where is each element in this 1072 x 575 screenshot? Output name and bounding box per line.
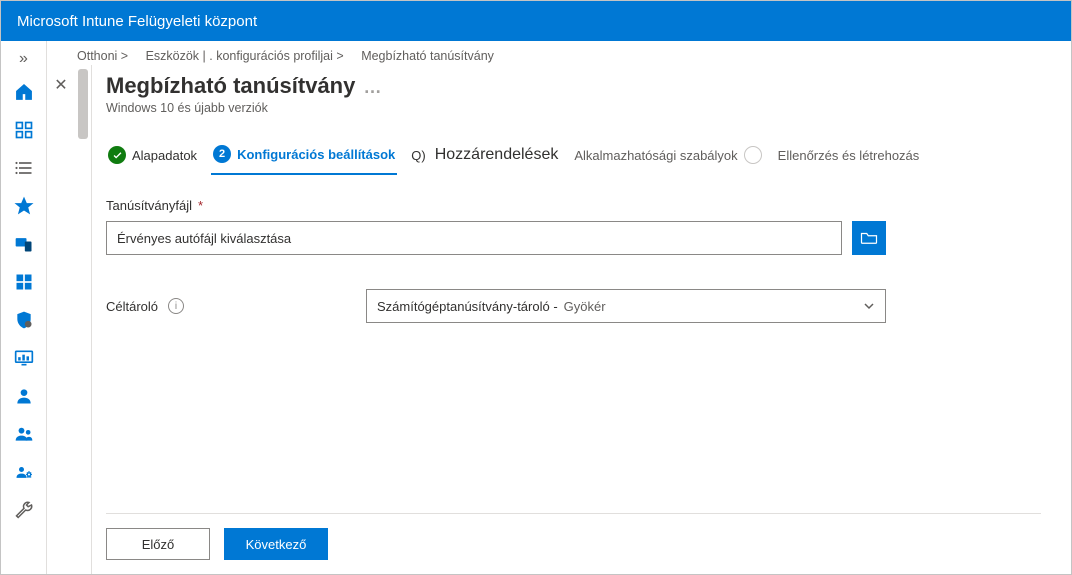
sidebar-collapse-toggle[interactable]: » xyxy=(1,45,47,73)
wizard-step-prefix: Q) xyxy=(411,148,425,163)
step-number-badge: 2 xyxy=(213,145,231,163)
wizard-step-applicability[interactable]: Alkalmazhatósági szabályok xyxy=(572,140,763,174)
browse-file-button[interactable] xyxy=(852,221,886,255)
wizard-step-review[interactable]: Ellenőrzés és létrehozás xyxy=(776,142,922,173)
sidebar-home[interactable] xyxy=(1,73,47,111)
dashboard-icon xyxy=(14,120,34,140)
breadcrumb-current: Megbízható tanúsítvány xyxy=(361,49,494,63)
wizard-step-label: Hozzárendelések xyxy=(435,146,559,164)
sidebar-devices[interactable] xyxy=(1,225,47,263)
info-icon[interactable]: i xyxy=(168,298,184,314)
wrench-icon xyxy=(14,500,34,520)
shield-icon xyxy=(14,310,34,330)
sidebar-favorites[interactable] xyxy=(1,187,47,225)
home-icon xyxy=(14,82,34,102)
check-icon xyxy=(108,146,126,164)
sidebar-all-services[interactable] xyxy=(1,149,47,187)
certificate-file-input[interactable]: Érvényes autófájl kiválasztása xyxy=(106,221,842,255)
sidebar-tenant-admin[interactable] xyxy=(1,453,47,491)
people-icon xyxy=(14,424,34,444)
sidebar-groups[interactable] xyxy=(1,415,47,453)
sidebar-apps[interactable] xyxy=(1,263,47,301)
gear-people-icon xyxy=(14,462,34,482)
page-subtitle: Windows 10 és újabb verziók xyxy=(106,101,1041,115)
certificate-file-value: Érvényes autófájl kiválasztása xyxy=(117,231,291,246)
destination-store-label: Céltároló xyxy=(106,299,158,314)
select-value-main: Számítógéptanúsítvány-tároló - xyxy=(377,299,558,314)
wizard-steps: Alapadatok 2 Konfigurációs beállítások Q… xyxy=(106,139,1041,176)
chevron-down-icon xyxy=(863,300,875,312)
wizard-step-basics[interactable]: Alapadatok xyxy=(106,140,199,174)
wizard-step-label: Alkalmazhatósági szabályok xyxy=(574,148,737,163)
app-frame: Microsoft Intune Felügyeleti központ » xyxy=(0,0,1072,575)
top-bar: Microsoft Intune Felügyeleti központ xyxy=(1,1,1071,41)
step-ring-icon xyxy=(744,146,762,164)
sidebar-dashboard[interactable] xyxy=(1,111,47,149)
wizard-step-config[interactable]: 2 Konfigurációs beállítások xyxy=(211,139,397,175)
wizard-step-assignments[interactable]: Q) Hozzárendelések xyxy=(409,140,560,174)
monitor-chart-icon xyxy=(14,348,34,368)
select-value-sub: Gyökér xyxy=(564,299,606,314)
page-title-text: Megbízható tanúsítvány xyxy=(106,73,355,98)
breadcrumb-home[interactable]: Otthoni > xyxy=(77,49,128,63)
required-asterisk-icon: * xyxy=(198,198,203,213)
wizard-step-label: Ellenőrzés és létrehozás xyxy=(778,148,920,163)
double-chevron-icon: » xyxy=(19,50,28,68)
previous-button[interactable]: Előző xyxy=(106,528,210,560)
sidebar-troubleshoot[interactable] xyxy=(1,491,47,529)
next-button[interactable]: Következő xyxy=(224,528,328,560)
sidebar-security[interactable] xyxy=(1,301,47,339)
destination-store-select[interactable]: Számítógéptanúsítvány-tároló - Gyökér xyxy=(366,289,886,323)
app-title-link[interactable]: Microsoft Intune Felügyeleti központ xyxy=(17,13,257,30)
devices-icon xyxy=(14,234,34,254)
sidebar: » xyxy=(1,41,47,574)
apps-icon xyxy=(14,272,34,292)
wizard-footer: Előző Következő xyxy=(106,513,1041,574)
breadcrumb-profiles[interactable]: Eszközök | . konfigurációs profiljai > xyxy=(146,49,344,63)
wizard-step-label: Konfigurációs beállítások xyxy=(237,147,395,162)
page-title: Megbízható tanúsítvány … xyxy=(106,73,1041,99)
breadcrumb: Otthoni > Eszközök | . konfigurációs pro… xyxy=(47,41,1071,65)
sidebar-reports[interactable] xyxy=(1,339,47,377)
folder-icon xyxy=(860,231,878,245)
person-icon xyxy=(14,386,34,406)
close-icon: ✕ xyxy=(54,75,67,95)
sidebar-users[interactable] xyxy=(1,377,47,415)
title-more-icon[interactable]: … xyxy=(363,77,381,97)
vertical-scrollbar[interactable] xyxy=(75,65,92,574)
field-label-text: Tanúsítványfájl xyxy=(106,198,192,213)
certificate-file-label: Tanúsítványfájl * xyxy=(106,198,1041,213)
close-button[interactable]: ✕ xyxy=(51,75,71,95)
list-icon xyxy=(14,158,34,178)
star-icon xyxy=(14,196,34,216)
wizard-step-label: Alapadatok xyxy=(132,148,197,163)
